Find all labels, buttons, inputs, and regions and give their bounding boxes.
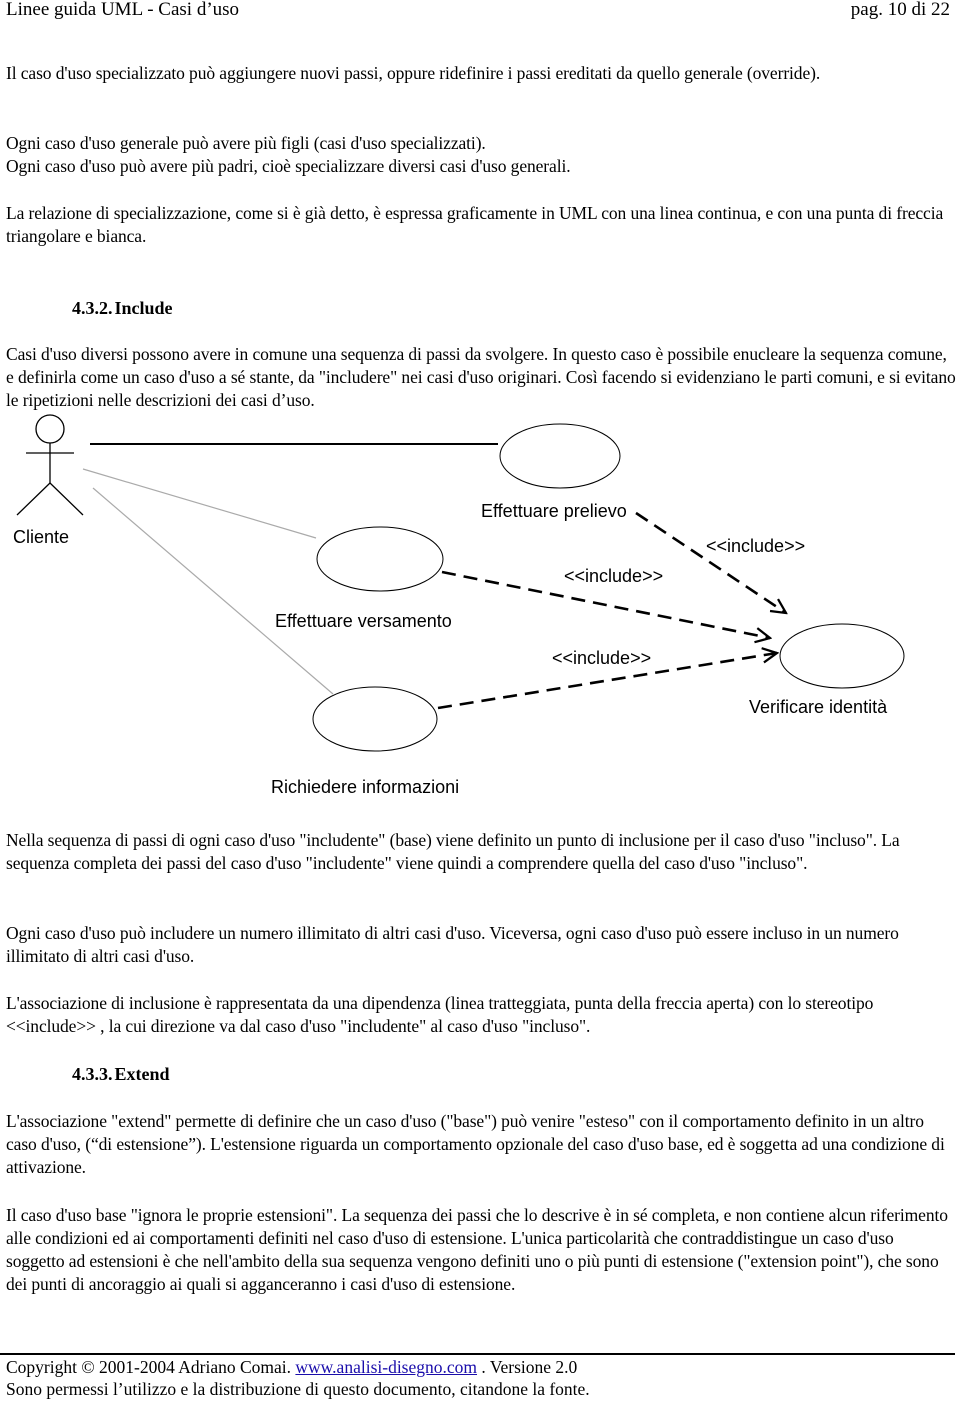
footer-divider [0,1353,955,1355]
include-label-prelievo: <<include>> [706,536,805,556]
paragraph-unlimited-includes: Ogni caso d'uso può includere un numero … [6,923,899,966]
document-title: Linee guida UML - Casi d’uso [6,0,240,20]
paragraph-specialization-notation: La relazione di specializzazione, come s… [6,203,944,246]
use-case-prelievo[interactable] [499,423,621,489]
version-text: . Versione 2.0 [481,1357,578,1377]
include-arrow-prelievo [635,511,786,613]
paragraph-extend-intro: L'associazione "extend" permette di defi… [6,1111,945,1177]
footer: Copyright © 2001-2004 Adriano Comai. www… [6,1356,590,1400]
use-case-informazioni[interactable] [312,686,438,752]
footer-notice: Sono permessi l’utilizzo e la distribuzi… [6,1379,590,1399]
stick-figure-actor-icon [16,414,84,516]
paragraph-children: Ogni caso d'uso generale può avere più f… [6,133,486,153]
website-link[interactable]: www.analisi-disegno.com [295,1357,477,1377]
footer-copyright-line: Copyright © 2001-2004 Adriano Comai. www… [6,1356,590,1378]
section-number: 4.3.2. [72,298,113,318]
paragraph-parents: Ogni caso d'uso può avere più padri, cio… [6,156,571,176]
use-case-identita[interactable] [779,623,905,689]
page-number: pag. 10 di 22 [850,0,950,20]
copyright-text: Copyright © 2001-2004 Adriano Comai. [6,1357,292,1377]
use-case-label-identita: Verificare identità [749,697,888,717]
paragraph-include-notation: L'associazione di inclusione è rappresen… [6,993,874,1036]
paragraph-inclusion-point: Nella sequenza di passi di ogni caso d'u… [6,830,900,873]
section-number: 4.3.3. [72,1064,113,1084]
section-heading-include: 4.3.2. Include [72,297,173,320]
section-heading-extend: 4.3.3. Extend [72,1063,170,1086]
include-label-versamento: <<include>> [564,566,663,586]
section-title: Include [114,298,173,318]
use-case-label-informazioni: Richiedere informazioni [271,777,459,797]
use-case-versamento[interactable] [316,526,444,592]
use-case-diagram: Cliente Effettuare prelievo Effettuare v… [13,414,905,797]
association-informazioni [92,487,334,695]
paragraph-extension-points: Il caso d'uso base "ignora le proprie es… [6,1205,948,1294]
paragraph-include-intro: Casi d'uso diversi possono avere in comu… [6,344,956,410]
include-label-informazioni: <<include>> [552,648,651,668]
section-title: Extend [114,1064,170,1084]
actor-label: Cliente [13,527,69,547]
use-case-label-prelievo: Effettuare prelievo [481,501,627,521]
use-case-label-versamento: Effettuare versamento [275,611,452,631]
paragraph-parents-children: Ogni caso d'uso generale può avere più f… [6,132,956,178]
paragraph-specialized-steps: Il caso d'uso specializzato può aggiunge… [6,63,821,83]
association-versamento [82,468,317,539]
